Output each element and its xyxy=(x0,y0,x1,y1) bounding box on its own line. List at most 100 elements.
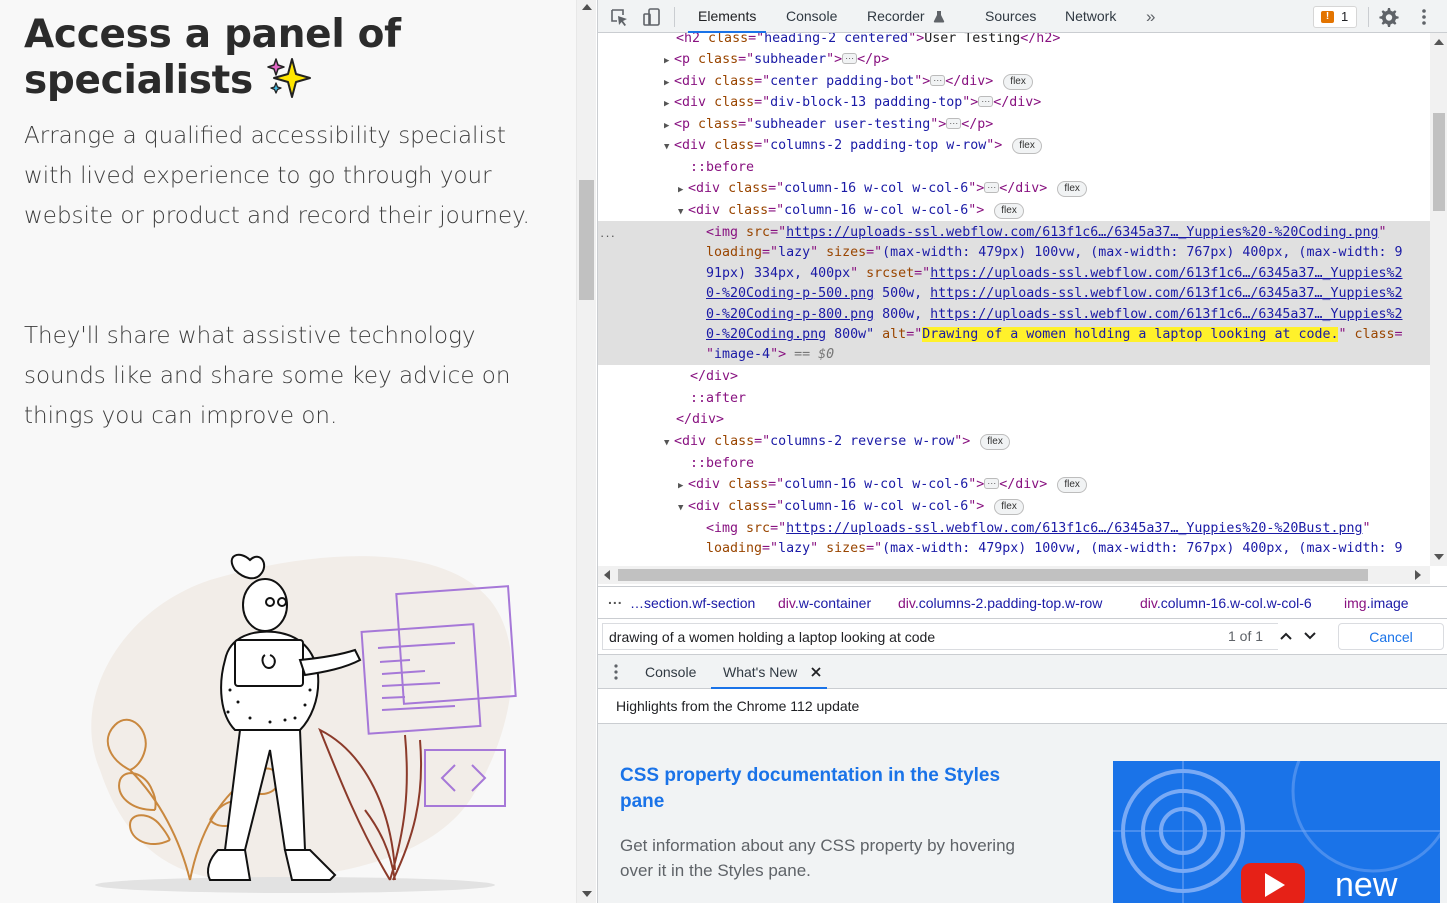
webpage: Access a panel of specialists Arrange a … xyxy=(0,0,576,903)
drawer-tabbar: Console What's New xyxy=(598,655,1447,689)
dom-node-h2[interactable]: <h2 class="heading-2 centered">User Test… xyxy=(598,33,1430,49)
toolbar-separator xyxy=(674,7,675,27)
srcset-link-500-cont[interactable]: 0-%20Coding-p-500.png xyxy=(706,286,874,301)
flex-badge[interactable]: flex xyxy=(1057,477,1087,493)
dom-node-column-16-a[interactable]: ▶ <div class="column-16 w-col w-col-6"> ··… xyxy=(598,178,1430,199)
scroll-right-arrow-icon[interactable] xyxy=(1415,570,1421,580)
webpage-scrollbar[interactable] xyxy=(576,0,596,903)
flex-badge[interactable]: flex xyxy=(1057,181,1087,197)
dom-node-p-user-testing[interactable]: ▶ <p class="subheader user-testing"> ··· </… xyxy=(598,114,1430,135)
tab-network[interactable]: Network xyxy=(1065,0,1116,33)
search-next-button[interactable] xyxy=(1299,624,1321,649)
tab-sources[interactable]: Sources xyxy=(985,0,1036,33)
toolbar-separator xyxy=(1368,7,1369,27)
elements-dom-tree[interactable]: <h2 class="heading-2 centered">User Test… xyxy=(598,33,1430,566)
collapsed-ellipsis: ··· xyxy=(984,182,1000,193)
breadcrumb-overflow-ellipsis-icon[interactable]: ... xyxy=(608,587,623,615)
dom-breadcrumb: ... …section.wf-section div.w-container … xyxy=(598,586,1447,619)
drawer-tab-console[interactable]: Console xyxy=(645,655,696,689)
issues-counter-button[interactable]: ! 1 xyxy=(1313,6,1357,28)
img2-src-link[interactable]: https://uploads-ssl.webflow.com/613f1c6…… xyxy=(786,521,1362,536)
dom-pseudo-before[interactable]: ::before xyxy=(598,157,1430,178)
device-toolbar-icon[interactable] xyxy=(641,6,663,28)
dom-node-img-2-attrs[interactable]: loading="lazy" sizes="(max-width: 479px)… xyxy=(598,538,1430,559)
issues-count: 1 xyxy=(1341,9,1349,24)
sparkles-icon xyxy=(267,58,312,98)
drawer-tab-whats-new[interactable]: What's New xyxy=(710,655,828,689)
feature-title-link[interactable]: CSS property documentation in the Styles… xyxy=(620,763,1040,815)
dom-close-div[interactable]: </div> xyxy=(598,366,1430,387)
elements-vscroll-thumb[interactable] xyxy=(1433,113,1445,211)
flex-badge[interactable]: flex xyxy=(980,434,1010,450)
breadcrumb-section[interactable]: …section.wf-section xyxy=(630,587,755,618)
drawer-menu-kebab-icon[interactable] xyxy=(614,663,618,681)
collapsed-ellipsis: ··· xyxy=(978,96,994,107)
scroll-up-arrow-icon[interactable] xyxy=(1434,39,1444,45)
dom-node-columns-2-reverse[interactable]: ▼ <div class="columns-2 reverse w-row"> f… xyxy=(598,431,1430,452)
more-options-kebab-icon[interactable] xyxy=(1413,6,1435,28)
srcset-link-500[interactable]: https://uploads-ssl.webflow.com/613f1c6…… xyxy=(930,266,1402,281)
breadcrumb-column-16[interactable]: div.column-16.w-col.w-col-6 xyxy=(1140,587,1312,618)
settings-gear-icon[interactable] xyxy=(1377,6,1399,28)
dom-node-columns-2-padding-top[interactable]: ▼ <div class="columns-2 padding-top w-row… xyxy=(598,135,1430,156)
webpage-scrollbar-thumb[interactable] xyxy=(579,180,594,300)
srcset-link-800-cont[interactable]: 0-%20Coding-p-800.png xyxy=(706,307,874,322)
dom-node-img-2[interactable]: <img src="https://uploads-ssl.webflow.co… xyxy=(598,518,1430,539)
breadcrumb-img[interactable]: img.image xyxy=(1344,587,1409,618)
devtools-toolbar: Elements Console Recorder Sources Networ… xyxy=(598,0,1447,33)
video-thumbnail[interactable]: new xyxy=(1113,761,1440,903)
dom-pseudo-after[interactable]: ::after xyxy=(598,388,1430,409)
dom-node-div-block-13[interactable]: ▶ <div class="div-block-13 padding-top"> ·… xyxy=(598,92,1430,113)
dom-close-div[interactable]: </div> xyxy=(598,409,1430,430)
img-src-link[interactable]: https://uploads-ssl.webflow.com/613f1c6…… xyxy=(786,225,1378,240)
tab-elements[interactable]: Elements xyxy=(687,0,767,33)
expand-triangle-icon: ▶ xyxy=(664,78,670,88)
search-cancel-button[interactable]: Cancel xyxy=(1338,623,1444,650)
expand-triangle-icon: ▶ xyxy=(664,56,670,66)
flex-badge[interactable]: flex xyxy=(1012,138,1042,154)
assistive-tech-paragraph: They'll share what assistive technology … xyxy=(24,323,511,429)
flex-badge[interactable]: flex xyxy=(994,203,1024,219)
breadcrumb-columns-2[interactable]: div.columns-2.padding-top.w-row xyxy=(898,587,1102,618)
heading-line-2: specialists xyxy=(24,58,253,103)
inspect-element-icon[interactable] xyxy=(608,6,630,28)
flask-icon xyxy=(933,11,945,23)
more-tabs-chevron-icon[interactable]: » xyxy=(1146,0,1155,33)
dom-node-column-16-b[interactable]: ▼ <div class="column-16 w-col w-col-6"> f… xyxy=(598,200,1430,221)
close-tab-icon[interactable] xyxy=(810,666,822,678)
tab-recorder[interactable]: Recorder xyxy=(867,0,945,33)
srcset-link-full[interactable]: https://uploads-ssl.webflow.com/613f1c6…… xyxy=(930,307,1402,322)
breadcrumb-container[interactable]: div.w-container xyxy=(778,587,871,618)
dom-node-p-subheader[interactable]: ▶ <p class="subheader"> ··· </p> xyxy=(598,49,1430,70)
srcset-link-full-cont[interactable]: 0-%20Coding.png xyxy=(706,327,826,342)
tab-console[interactable]: Console xyxy=(786,0,837,33)
elements-vertical-scrollbar[interactable] xyxy=(1430,33,1447,566)
dom-node-div-center[interactable]: ▶ <div class="center padding-bot"> ··· </di… xyxy=(598,71,1430,92)
intro-paragraph: Arrange a qualified accessibility specia… xyxy=(24,123,530,229)
scroll-down-arrow-icon[interactable] xyxy=(582,891,592,897)
tab-recorder-label: Recorder xyxy=(867,8,925,24)
dom-node-img-selected[interactable]: ··· <img src="https://uploads-ssl.webflo… xyxy=(598,221,1430,365)
collapsed-ellipsis: ··· xyxy=(842,53,858,64)
chevron-down-icon xyxy=(1304,632,1316,640)
collapse-triangle-icon: ▼ xyxy=(678,207,684,217)
chevron-up-icon xyxy=(1280,632,1292,640)
scroll-left-arrow-icon[interactable] xyxy=(604,570,610,580)
scroll-down-arrow-icon[interactable] xyxy=(1434,554,1444,560)
elements-hscroll-thumb[interactable] xyxy=(618,569,1368,581)
alt-search-highlight: Drawing of a women holding a laptop look… xyxy=(922,327,1339,342)
search-previous-button[interactable] xyxy=(1275,624,1297,649)
flex-badge[interactable]: flex xyxy=(1003,74,1033,90)
elements-horizontal-scrollbar[interactable] xyxy=(598,566,1430,584)
dom-search-input[interactable] xyxy=(602,623,1278,650)
dom-pseudo-before[interactable]: ::before xyxy=(598,453,1430,474)
srcset-link-800[interactable]: https://uploads-ssl.webflow.com/613f1c6…… xyxy=(930,286,1402,301)
scroll-up-arrow-icon[interactable] xyxy=(582,4,592,10)
issue-warning-icon: ! xyxy=(1321,11,1334,23)
whats-new-header: Highlights from the Chrome 112 update xyxy=(598,689,1447,724)
flex-badge[interactable]: flex xyxy=(994,499,1024,515)
dom-node-column-16-c[interactable]: ▶ <div class="column-16 w-col w-col-6"> ··… xyxy=(598,474,1430,495)
collapsed-ellipsis: ··· xyxy=(930,75,946,86)
dom-node-column-16-d[interactable]: ▼ <div class="column-16 w-col w-col-6"> f… xyxy=(598,496,1430,517)
node-actions-ellipsis-icon[interactable]: ··· xyxy=(600,225,616,246)
